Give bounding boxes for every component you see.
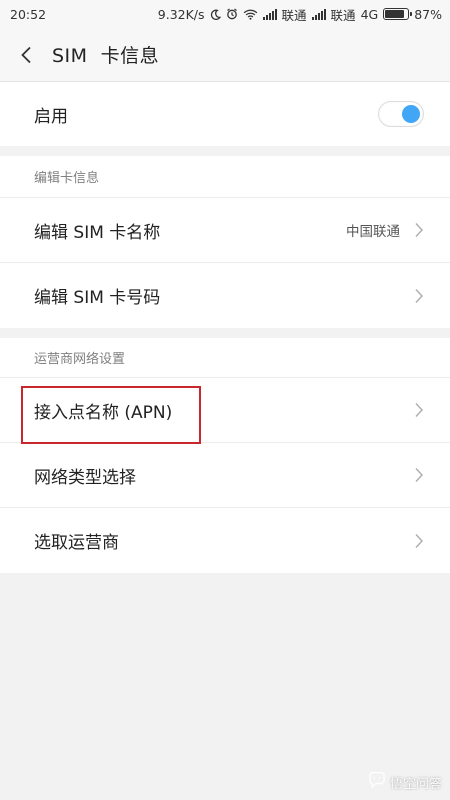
carrier-network-section: 运营商网络设置 接入点名称 (APN) 网络类型选择 选取运营商 — [0, 338, 450, 573]
status-time: 20:52 — [10, 6, 47, 22]
watermark: 悟空问答 — [368, 771, 442, 792]
edit-sim-name-label: 编辑 SIM 卡名称 — [34, 222, 161, 243]
edit-sim-name-row[interactable]: 编辑 SIM 卡名称 中国联通 — [0, 198, 450, 263]
app-header: SIM 卡信息 — [0, 28, 450, 82]
battery-icon — [383, 8, 413, 20]
net-speed: 9.32K/s — [157, 6, 205, 22]
enable-toggle[interactable] — [378, 101, 424, 127]
network-type-row[interactable]: 网络类型选择 — [0, 443, 450, 508]
chevron-right-icon — [414, 467, 424, 483]
back-arrow-icon[interactable] — [4, 28, 48, 82]
carrier-2: 联通 — [330, 7, 356, 23]
page-title: SIM 卡信息 — [52, 45, 160, 67]
wifi-icon — [243, 9, 258, 20]
edit-card-header: 编辑卡信息 — [0, 156, 450, 198]
moon-icon — [210, 9, 221, 20]
alarm-icon — [226, 8, 238, 20]
battery-percent: 87% — [414, 6, 442, 22]
enable-section: 启用 — [0, 82, 450, 146]
apn-highlight-box — [21, 386, 201, 444]
select-operator-label: 选取运营商 — [34, 533, 119, 553]
signal-strength-icon — [262, 8, 277, 20]
edit-sim-name-right: 中国联通 — [346, 220, 424, 240]
select-operator-row[interactable]: 选取运营商 — [0, 508, 450, 573]
network-type-label: 网络类型选择 — [34, 467, 136, 488]
signal-strength-icon-2 — [311, 8, 326, 20]
battery-fill — [385, 10, 405, 18]
edit-card-section: 编辑卡信息 编辑 SIM 卡名称 中国联通 编辑 SIM 卡号码 — [0, 156, 450, 328]
carrier-1: 联通 — [281, 7, 307, 23]
chevron-right-icon — [414, 222, 424, 238]
enable-label: 启用 — [34, 106, 68, 127]
status-bar: 20:52 9.32K/s 联通 联通 4G 87% — [0, 0, 450, 28]
carrier-network-header: 运营商网络设置 — [0, 338, 450, 378]
edit-sim-number-label: 编辑 SIM 卡号码 — [34, 288, 161, 308]
network-type: 4G — [360, 6, 379, 22]
status-icons: 9.32K/s 联通 联通 4G 87% — [158, 5, 442, 24]
enable-row[interactable]: 启用 — [0, 82, 450, 146]
sim-name-value: 中国联通 — [346, 224, 400, 240]
toggle-knob — [402, 105, 420, 123]
watermark-logo-icon — [368, 771, 386, 792]
chevron-right-icon — [414, 288, 424, 304]
watermark-text: 悟空问答 — [389, 776, 442, 792]
chevron-right-icon — [414, 533, 424, 549]
edit-sim-number-row[interactable]: 编辑 SIM 卡号码 — [0, 263, 450, 328]
chevron-right-icon — [414, 402, 424, 418]
